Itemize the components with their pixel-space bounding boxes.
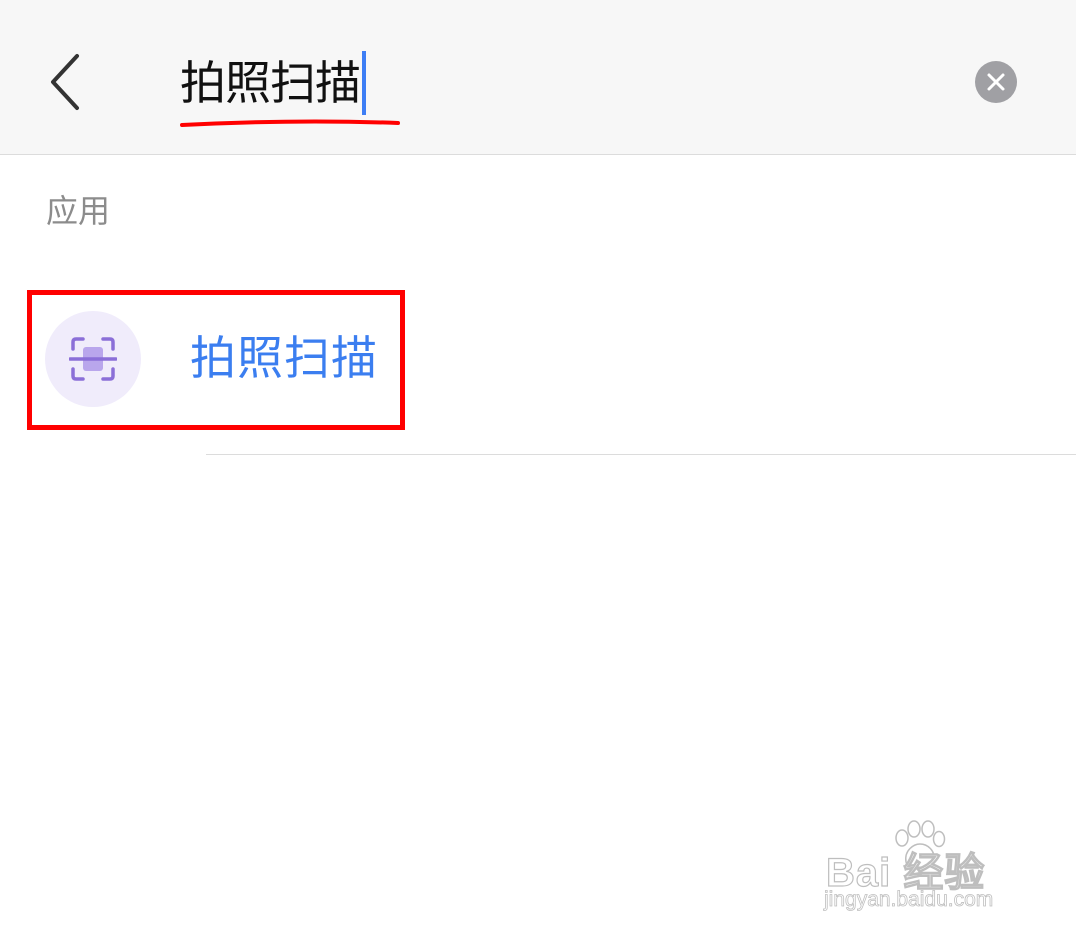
search-query-text: 拍照扫描 bbox=[180, 56, 361, 110]
chevron-left-icon bbox=[51, 54, 79, 110]
watermark-url: jingyan.baidu.com bbox=[824, 888, 994, 912]
text-caret bbox=[362, 51, 366, 115]
app-icon bbox=[45, 311, 141, 407]
scan-icon bbox=[69, 337, 117, 381]
back-button[interactable] bbox=[34, 44, 96, 120]
section-label-apps: 应用 bbox=[46, 192, 111, 230]
annotation-underline bbox=[180, 119, 400, 127]
result-item-label: 拍照扫描 bbox=[190, 331, 378, 385]
search-input[interactable]: 拍照扫描 bbox=[180, 48, 366, 118]
result-item-scan[interactable]: 拍照扫描 bbox=[28, 291, 1076, 423]
baidu-jingyan-watermark: Bai 经验 jingyan.baidu.com bbox=[824, 820, 1024, 916]
clear-search-button[interactable] bbox=[975, 61, 1017, 103]
close-icon bbox=[987, 73, 1005, 91]
search-header: 拍照扫描 bbox=[0, 0, 1076, 155]
list-divider bbox=[206, 454, 1076, 455]
